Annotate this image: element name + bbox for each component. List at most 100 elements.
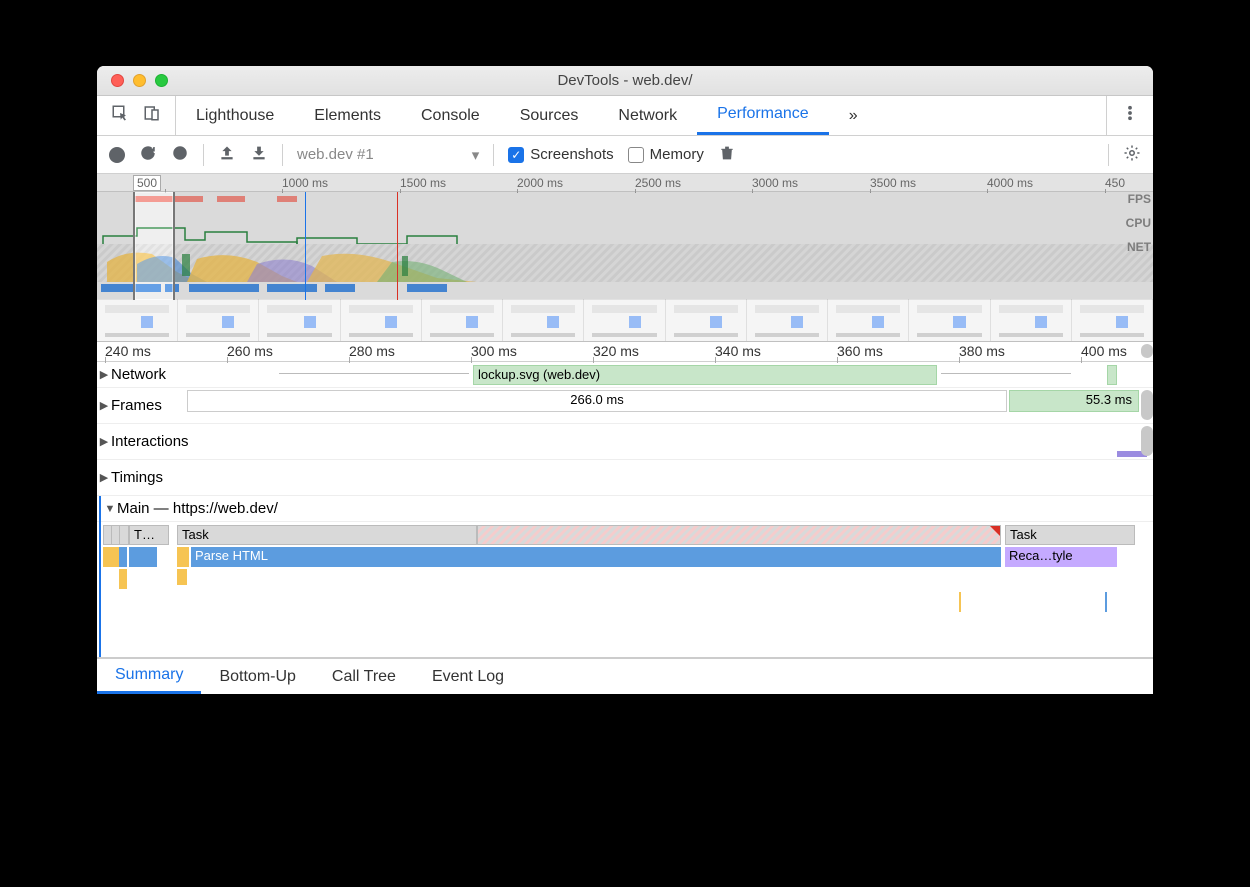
inspect-icon[interactable] (111, 104, 129, 127)
separator (1108, 144, 1109, 166)
main-flame-chart[interactable]: T… Task Task Parse HTML Reca…tyle (97, 522, 1153, 658)
screenshots-checkbox[interactable] (508, 147, 524, 163)
filmstrip-thumb[interactable] (828, 299, 909, 341)
dtab-event-log[interactable]: Event Log (414, 659, 522, 694)
task-bar[interactable]: T… (129, 525, 169, 545)
ruler-tick: 380 ms (959, 343, 1005, 359)
network-item-small[interactable] (1107, 365, 1117, 385)
filmstrip-thumb[interactable] (584, 299, 665, 341)
track-interactions[interactable]: ▶ Interactions (97, 424, 1153, 460)
track-main-header[interactable]: ▼ Main — https://web.dev/ (97, 496, 1153, 522)
track-content: 266.0 ms 55.3 ms (97, 388, 1153, 423)
overview-ruler[interactable]: 500 500 ms 1000 ms 1500 ms 2000 ms 2500 … (97, 174, 1153, 192)
filmstrip-thumb[interactable] (503, 299, 584, 341)
ov-tick: 3000 ms (752, 176, 798, 190)
clear-icon[interactable] (171, 144, 189, 166)
tab-console[interactable]: Console (401, 96, 500, 135)
tab-network[interactable]: Network (598, 96, 697, 135)
flame-bar[interactable] (119, 569, 127, 589)
scrollbar-stub[interactable] (1141, 426, 1153, 456)
titlebar: DevTools - web.dev/ (97, 66, 1153, 96)
flame-bar[interactable] (111, 547, 119, 567)
track-label: Main — https://web.dev/ (117, 500, 278, 517)
tab-sources[interactable]: Sources (500, 96, 599, 135)
devtools-tabbar: Lighthouse Elements Console Sources Netw… (97, 96, 1153, 136)
filmstrip-thumb[interactable] (747, 299, 828, 341)
flame-stub (959, 592, 961, 612)
filmstrip-thumb[interactable] (991, 299, 1072, 341)
dtab-summary[interactable]: Summary (97, 659, 201, 694)
flame-bar[interactable] (103, 547, 111, 567)
parse-html-bar[interactable]: Parse HTML (191, 547, 1001, 567)
task-bar[interactable]: Task (1005, 525, 1135, 545)
tab-lighthouse[interactable]: Lighthouse (176, 96, 294, 135)
main-ruler[interactable]: 240 ms 260 ms 280 ms 300 ms 320 ms 340 m… (97, 342, 1153, 362)
separator (282, 144, 283, 166)
memory-toggle[interactable]: Memory (628, 146, 704, 163)
recalc-style-bar[interactable]: Reca…tyle (1005, 547, 1117, 567)
task-bar-long[interactable]: Task (177, 525, 477, 545)
filmstrip-thumb[interactable] (259, 299, 340, 341)
ov-tick: 1500 ms (400, 176, 446, 190)
memory-checkbox[interactable] (628, 147, 644, 163)
disclosure-icon[interactable]: ▼ (103, 503, 117, 515)
profile-selector[interactable]: web.dev #1 (297, 146, 479, 164)
reload-icon[interactable] (139, 144, 157, 166)
filmstrip-thumb[interactable] (97, 299, 178, 341)
scrollbar-stub[interactable] (1141, 344, 1153, 358)
dtab-bottom-up[interactable]: Bottom-Up (201, 659, 313, 694)
scrollbar-stub[interactable] (1141, 390, 1153, 420)
flame-bar[interactable] (177, 569, 187, 585)
filmstrip-thumb[interactable] (422, 299, 503, 341)
tracks-panel: ▶ Network lockup.svg (web.dev) ▶ Frames … (97, 362, 1153, 658)
flame-bar[interactable] (129, 547, 157, 567)
frame-bar[interactable]: 266.0 ms (187, 390, 1007, 412)
tabbar-right (1106, 96, 1153, 135)
tab-overflow[interactable]: » (829, 96, 878, 135)
task-bar[interactable] (119, 525, 129, 545)
filmstrip-thumb[interactable] (909, 299, 990, 341)
tab-elements[interactable]: Elements (294, 96, 401, 135)
overview-selection[interactable] (133, 192, 175, 300)
frame-duration: 55.3 ms (1086, 392, 1132, 407)
flame-bar[interactable] (177, 547, 189, 567)
more-icon[interactable] (1121, 104, 1139, 127)
upload-icon[interactable] (218, 144, 236, 166)
network-whisker (941, 373, 1071, 374)
filmstrip-thumb[interactable] (178, 299, 259, 341)
ruler-tick: 320 ms (593, 343, 639, 359)
ov-dim-left (97, 192, 133, 300)
record-button[interactable] (109, 147, 125, 163)
filmstrip-thumb[interactable] (1072, 299, 1153, 341)
dtab-call-tree[interactable]: Call Tree (314, 659, 414, 694)
filmstrip-thumb[interactable] (666, 299, 747, 341)
flame-bar[interactable] (119, 547, 127, 567)
filmstrip-thumb[interactable] (341, 299, 422, 341)
tab-performance[interactable]: Performance (697, 96, 829, 135)
filmstrip[interactable] (97, 299, 1153, 341)
screenshots-toggle[interactable]: Screenshots (508, 146, 613, 163)
task-bar-long-hatched[interactable] (477, 525, 1001, 545)
overview-timeline[interactable]: 500 500 ms 1000 ms 1500 ms 2000 ms 2500 … (97, 174, 1153, 342)
disclosure-icon[interactable]: ▶ (97, 471, 111, 484)
profile-label: web.dev #1 (297, 146, 374, 163)
track-timings[interactable]: ▶ Timings (97, 460, 1153, 496)
parse-html-label: Parse HTML (195, 548, 268, 563)
network-item[interactable]: lockup.svg (web.dev) (473, 365, 937, 385)
settings-icon[interactable] (1123, 144, 1141, 166)
network-item-label: lockup.svg (web.dev) (478, 367, 600, 382)
ruler-tick: 280 ms (349, 343, 395, 359)
tabbar-left-icons (97, 96, 176, 135)
track-label: Timings (111, 469, 163, 486)
ov-tick: 450 (1105, 176, 1125, 190)
ruler-tick: 240 ms (105, 343, 151, 359)
trash-icon[interactable] (718, 144, 736, 166)
overview-body[interactable] (97, 192, 1153, 300)
long-task-flag-icon (990, 526, 1000, 536)
track-network[interactable]: ▶ Network lockup.svg (web.dev) (97, 362, 1153, 388)
download-icon[interactable] (250, 144, 268, 166)
device-toggle-icon[interactable] (143, 104, 161, 127)
frame-bar[interactable]: 55.3 ms (1009, 390, 1139, 412)
ruler-tick: 400 ms (1081, 343, 1127, 359)
track-frames[interactable]: ▶ Frames 266.0 ms 55.3 ms (97, 388, 1153, 424)
